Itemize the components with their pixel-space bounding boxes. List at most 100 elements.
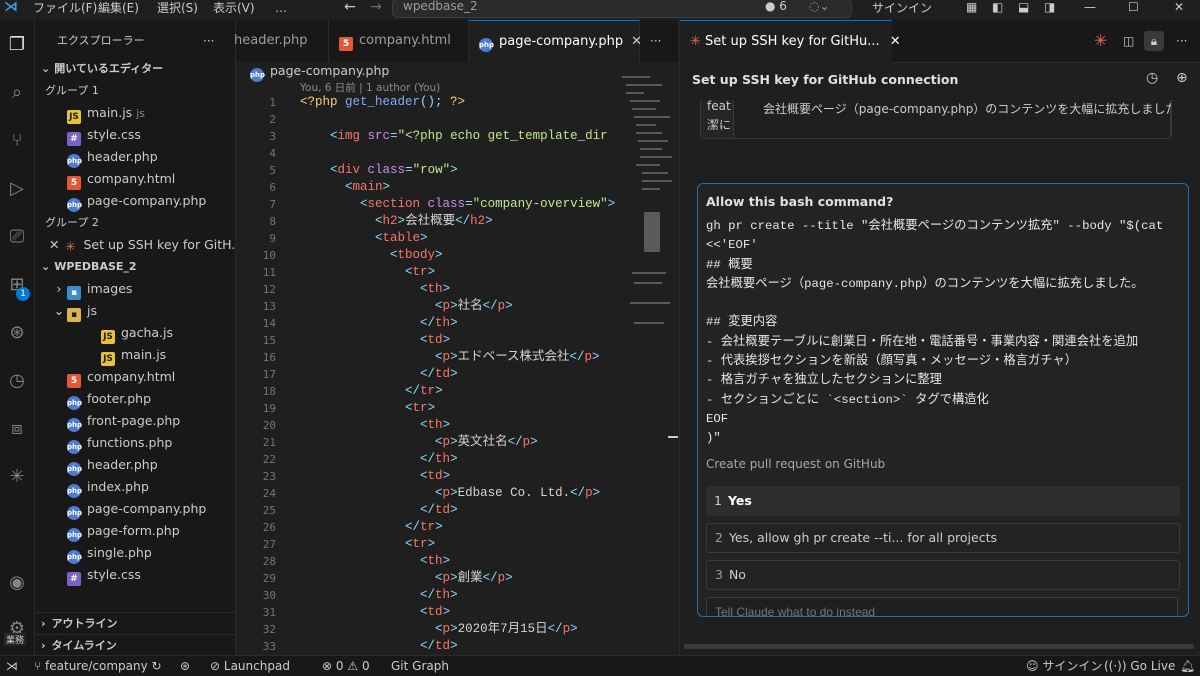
close-tab-icon[interactable]: ✕ xyxy=(631,34,642,49)
tab-page-company-php[interactable]: php page-company.php ✕ xyxy=(468,20,642,62)
menu-selection[interactable]: 選択(S) xyxy=(157,0,198,20)
command-line: - 格言ガチャを独立したセクションに整理 xyxy=(706,373,942,388)
launchpad-label: Launchpad xyxy=(223,659,290,673)
tree-item[interactable]: php index.php xyxy=(35,476,235,498)
go-live-button[interactable]: ((·)) Go Live xyxy=(1104,656,1175,676)
branch-indicator[interactable]: ⑂ feature/company ↻ xyxy=(34,656,162,676)
run-debug-icon[interactable]: ▷ xyxy=(4,176,30,202)
project-header[interactable]: ⌄ WPEDBASE_2 xyxy=(35,256,235,278)
line-number: 23 xyxy=(262,470,276,483)
tree-item[interactable]: php page-form.php xyxy=(35,520,235,542)
menu-file[interactable]: ファイル(F) xyxy=(33,0,97,20)
explorer-more-icon[interactable]: ··· xyxy=(203,30,214,52)
open-editor-item[interactable]: ✕ ✳ Set up SSH key for GitH... xyxy=(49,234,235,256)
git-graph-button[interactable]: Git Graph xyxy=(391,656,449,676)
option-no[interactable]: 3 No xyxy=(706,560,1180,590)
toggle-sidebar-icon[interactable]: ◧ xyxy=(992,0,1003,14)
chat-icon[interactable]: ◌⌄ xyxy=(809,0,830,13)
option-yes[interactable]: 1 Yes xyxy=(706,486,1180,516)
launchpad-button[interactable]: ⊘ Launchpad xyxy=(210,656,290,676)
timeline-icon[interactable]: ◷ xyxy=(4,368,30,394)
instruction-input[interactable] xyxy=(706,597,1178,616)
option-label: Yes, allow gh pr create --ti... for all … xyxy=(728,530,997,545)
back-arrow-icon[interactable]: ← xyxy=(344,0,356,14)
claude-chat-panel: ✳ Set up SSH key for GitHu... ✕ ✳ ◫ 🔒︎ ·… xyxy=(679,20,1200,655)
command-center[interactable]: wpedbase_2 ● 6 ◌⌄ xyxy=(392,0,852,18)
remote-icon[interactable]: ⋊ xyxy=(6,656,18,676)
tree-item[interactable]: # style.css xyxy=(35,564,235,586)
container-icon[interactable]: ⧈ xyxy=(4,416,30,442)
toggle-panel-icon[interactable]: ⬓ xyxy=(1018,0,1029,14)
account-icon[interactable]: ◉ xyxy=(4,570,30,596)
claude-icon[interactable]: ✳ xyxy=(4,464,30,490)
command-line: EOF xyxy=(706,411,729,426)
maximize-icon[interactable]: ☐ xyxy=(1128,0,1139,14)
panel-more-icon[interactable]: ··· xyxy=(1176,20,1187,62)
signin-button[interactable]: サインイン xyxy=(872,0,932,20)
breadcrumb[interactable]: php page-company.php xyxy=(250,62,389,82)
code-line: <main> xyxy=(345,180,391,194)
tree-item[interactable]: php page-company.php xyxy=(35,498,235,520)
open-editor-item[interactable]: 5 company.html xyxy=(67,168,235,190)
tree-item-label: footer.php xyxy=(87,391,152,406)
code-editor[interactable]: php page-company.php You, 6 日前 | 1 author… xyxy=(236,62,678,655)
outline-header[interactable]: › アウトライン xyxy=(35,612,235,635)
command-line: 会社概要ページ（page-company.php）のコンテンツを大幅に拡充しまし… xyxy=(706,276,1144,291)
close-tab-icon[interactable]: ✕ xyxy=(890,34,901,49)
git-graph-icon[interactable]: ⊛ xyxy=(4,320,30,346)
source-control-icon[interactable]: ⑂ xyxy=(4,128,30,154)
line-number: 1 xyxy=(269,96,276,109)
close-window-icon[interactable]: ✕ xyxy=(1174,0,1184,14)
panel-scrollbar[interactable] xyxy=(684,644,1194,649)
copilot-badge[interactable]: ● 6 xyxy=(765,0,787,13)
tree-item[interactable]: php footer.php xyxy=(35,388,235,410)
chevron-down-icon: ⌄ xyxy=(53,303,65,318)
tree-item[interactable]: php front-page.php xyxy=(35,410,235,432)
tab-claude-session[interactable]: ✳ Set up SSH key for GitHu... ✕ xyxy=(680,20,901,63)
tree-item[interactable]: php functions.php xyxy=(35,432,235,454)
layout-customize-icon[interactable]: ▦ xyxy=(966,0,977,14)
new-chat-icon[interactable]: ⊕ xyxy=(1176,70,1188,86)
problems-indicator[interactable]: ⊗ 0 ⚠ 0 xyxy=(322,656,370,676)
open-editor-item[interactable]: php header.php xyxy=(67,146,235,168)
open-editors-header[interactable]: ⌄ 開いているエディター xyxy=(35,58,235,80)
history-icon[interactable]: ◷ xyxy=(1146,70,1158,86)
notifications-icon[interactable]: 🔔︎ xyxy=(1180,656,1195,676)
menu-view[interactable]: 表示(V) xyxy=(213,0,255,20)
tree-item[interactable]: JS gacha.js xyxy=(35,322,235,344)
claude-logo-icon[interactable]: ✳ xyxy=(1094,20,1107,62)
open-editor-item[interactable]: # style.css xyxy=(67,124,235,146)
chevron-down-icon: ⌄ xyxy=(41,260,51,273)
timeline-header[interactable]: › タイムライン xyxy=(35,634,235,655)
tree-item[interactable]: 5 company.html xyxy=(35,366,235,388)
menu-edit[interactable]: 編集(E) xyxy=(98,0,139,20)
remote-explorer-icon[interactable]: ⎚ xyxy=(4,224,30,250)
open-editor-item[interactable]: JS main.js js xyxy=(67,102,235,124)
code-line: <section class="company-overview"> xyxy=(360,197,616,211)
search-icon[interactable]: ⌕ xyxy=(4,80,30,106)
minimap[interactable] xyxy=(622,72,674,352)
tab-header-php[interactable]: header.php xyxy=(230,20,328,62)
split-editor-icon[interactable]: ◫ xyxy=(1123,20,1134,62)
editor-more-icon[interactable]: ··· xyxy=(650,20,661,62)
menu-more[interactable]: … xyxy=(275,0,287,20)
tree-item[interactable]: php single.php xyxy=(35,542,235,564)
tree-item[interactable]: › ▪ images xyxy=(35,278,235,300)
tree-item[interactable]: php header.php xyxy=(35,454,235,476)
explorer-icon[interactable]: ❐ xyxy=(4,32,30,58)
option-yes-all-projects[interactable]: 2 Yes, allow gh pr create --ti... for all… xyxy=(706,523,1180,553)
open-editor-item[interactable]: php page-company.php xyxy=(67,190,235,212)
line-number: 7 xyxy=(269,198,276,211)
forward-arrow-icon[interactable]: → xyxy=(370,0,382,14)
tree-item[interactable]: ⌄ ▪ js xyxy=(35,300,235,322)
minimize-icon[interactable]: — xyxy=(1084,0,1096,14)
tree-item-label: index.php xyxy=(87,479,149,494)
lock-icon[interactable]: 🔒︎ xyxy=(1144,31,1164,51)
tree-item[interactable]: JS main.js xyxy=(35,344,235,366)
git-graph-status-icon[interactable]: ⊛ xyxy=(180,656,190,676)
signin-status-button[interactable]: ☺ サインイン xyxy=(1026,656,1102,676)
command-line: gh pr create --title "会社概要ページのコンテンツ拡充" -… xyxy=(706,219,1164,233)
close-icon[interactable]: ✕ xyxy=(49,237,59,252)
tab-company-html[interactable]: 5 company.html xyxy=(328,20,468,62)
toggle-secondary-sidebar-icon[interactable]: ◨ xyxy=(1044,0,1055,14)
